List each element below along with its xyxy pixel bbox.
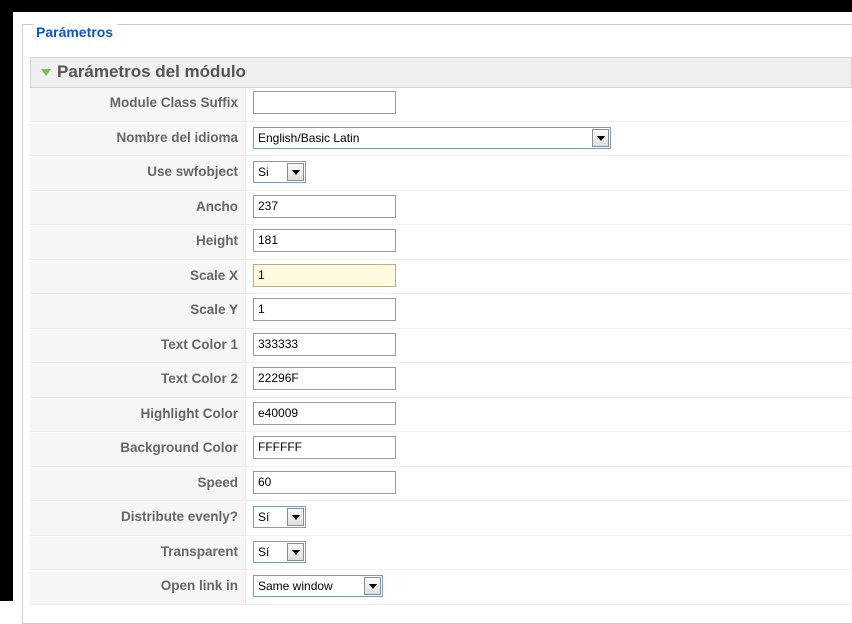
param-value-cell: 22296F (246, 364, 852, 398)
param-label-cell: Use swfobject (30, 157, 246, 191)
module-class-suffix-input[interactable] (253, 91, 396, 114)
open-link-in-select-value: Same window (258, 579, 333, 593)
param-value-cell: 1 (246, 260, 852, 294)
scale-x-input[interactable]: 1 (253, 263, 396, 287)
param-row-height: Height 181 (30, 226, 852, 261)
dropdown-arrow-icon[interactable] (287, 508, 304, 526)
expand-arrow-icon (41, 69, 51, 76)
param-value-cell: English/Basic Latin (246, 122, 852, 156)
param-label-cell: Transparent (30, 536, 246, 570)
param-label-cell: Module Class Suffix (30, 88, 246, 122)
param-label-transparent: Transparent (160, 543, 238, 559)
param-row-language: Nombre del idioma English/Basic Latin (30, 122, 852, 158)
param-label-cell: Height (30, 226, 246, 260)
param-label-background-color: Background Color (120, 440, 238, 455)
scale-y-input[interactable]: 1 (253, 298, 396, 321)
param-value-cell: 1 (246, 295, 852, 329)
param-value-cell: 181 (246, 226, 852, 260)
distribute-evenly-select-value: Sí (258, 510, 270, 524)
param-label-scale-y: Scale Y (190, 302, 238, 317)
param-label-highlight-color: Highlight Color (140, 405, 238, 421)
param-label-cell: Text Color 2 (30, 364, 246, 398)
height-input[interactable]: 181 (253, 229, 396, 252)
param-row-text-color-1: Text Color 1 333333 (30, 329, 852, 365)
param-label-ancho: Ancho (196, 198, 238, 214)
param-row-transparent: Transparent Sí (30, 536, 852, 572)
param-label-cell: Background Color (30, 433, 246, 467)
param-label-text-color-1: Text Color 1 (160, 336, 238, 352)
param-value-cell: Sí (246, 502, 852, 536)
text-color-1-input[interactable]: 333333 (253, 332, 396, 356)
module-parameters-screen: Parámetros Parámetros del módulo Module … (0, 0, 852, 624)
param-value-cell: e40009 (246, 398, 852, 432)
param-label-scale-x: Scale X (189, 267, 238, 283)
param-row-scale-x: Scale X 1 (30, 260, 852, 296)
param-label-cell: Distribute evenly? (30, 502, 246, 536)
param-row-speed: Speed 60 (30, 467, 852, 503)
param-value-cell: Si (246, 157, 852, 191)
dropdown-arrow-icon[interactable] (592, 128, 609, 147)
open-link-in-select[interactable]: Same window (253, 575, 383, 597)
param-label-module-class-suffix: Module Class Suffix (109, 95, 238, 110)
parameters-table: Module Class Suffix Nombre del idioma En… (30, 88, 852, 606)
transparent-select[interactable]: Sí (253, 540, 306, 563)
param-value-cell: FFFFFF (246, 433, 852, 467)
param-label-cell: Highlight Color (30, 398, 246, 432)
dropdown-arrow-icon[interactable] (364, 577, 381, 595)
param-label-speed: Speed (197, 474, 238, 490)
panel-title: Parámetros del módulo (57, 62, 246, 81)
language-select[interactable]: English/Basic Latin (253, 126, 611, 149)
param-label-cell: Nombre del idioma (30, 122, 246, 156)
param-row-module-class-suffix: Module Class Suffix (30, 88, 852, 123)
param-label-cell: Scale X (30, 260, 246, 294)
parameters-legend: Parámetros (34, 24, 118, 40)
language-select-value: English/Basic Latin (258, 130, 360, 145)
use-swfobject-select-value: Si (258, 165, 269, 179)
param-label-cell: Scale Y (30, 295, 246, 329)
param-value-cell: Sí (246, 536, 852, 570)
param-row-highlight-color: Highlight Color e40009 (30, 398, 852, 434)
use-swfobject-select[interactable]: Si (253, 161, 306, 183)
distribute-evenly-select[interactable]: Sí (253, 506, 306, 528)
param-label-cell: Open link in (30, 571, 246, 605)
param-value-cell: Same window (246, 571, 852, 605)
param-label-cell: Ancho (30, 191, 246, 225)
dropdown-arrow-icon[interactable] (287, 163, 304, 181)
transparent-select-value: Sí (258, 544, 270, 559)
window-border-left (0, 0, 13, 601)
param-label-cell: Speed (30, 467, 246, 501)
param-row-scale-y: Scale Y 1 (30, 295, 852, 330)
param-label-use-swfobject: Use swfobject (147, 164, 238, 179)
background-color-input[interactable]: FFFFFF (253, 436, 396, 459)
param-label-text-color-2: Text Color 2 (160, 371, 238, 386)
param-row-ancho: Ancho 237 (30, 191, 852, 227)
param-value-cell: 60 (246, 467, 852, 501)
param-label-cell: Text Color 1 (30, 329, 246, 363)
param-value-cell: 333333 (246, 329, 852, 363)
param-row-text-color-2: Text Color 2 22296F (30, 364, 852, 399)
param-label-language: Nombre del idioma (116, 129, 238, 145)
speed-input[interactable]: 60 (253, 470, 396, 494)
highlight-color-input[interactable]: e40009 (253, 401, 396, 425)
param-label-open-link-in: Open link in (160, 578, 238, 593)
dropdown-arrow-icon[interactable] (287, 542, 304, 561)
param-value-cell: 237 (246, 191, 852, 225)
window-border-top (0, 0, 852, 12)
param-row-background-color: Background Color FFFFFF (30, 433, 852, 468)
param-value-cell (246, 88, 852, 122)
text-color-2-input[interactable]: 22296F (253, 367, 396, 390)
param-row-distribute-evenly: Distribute evenly? Sí (30, 502, 852, 537)
param-label-height: Height (196, 233, 238, 248)
param-row-open-link-in: Open link in Same window (30, 571, 852, 606)
param-label-distribute-evenly: Distribute evenly? (120, 509, 238, 524)
module-parameters-panel-toggle[interactable]: Parámetros del módulo (30, 57, 852, 88)
ancho-input[interactable]: 237 (253, 194, 396, 218)
param-row-use-swfobject: Use swfobject Si (30, 157, 852, 192)
